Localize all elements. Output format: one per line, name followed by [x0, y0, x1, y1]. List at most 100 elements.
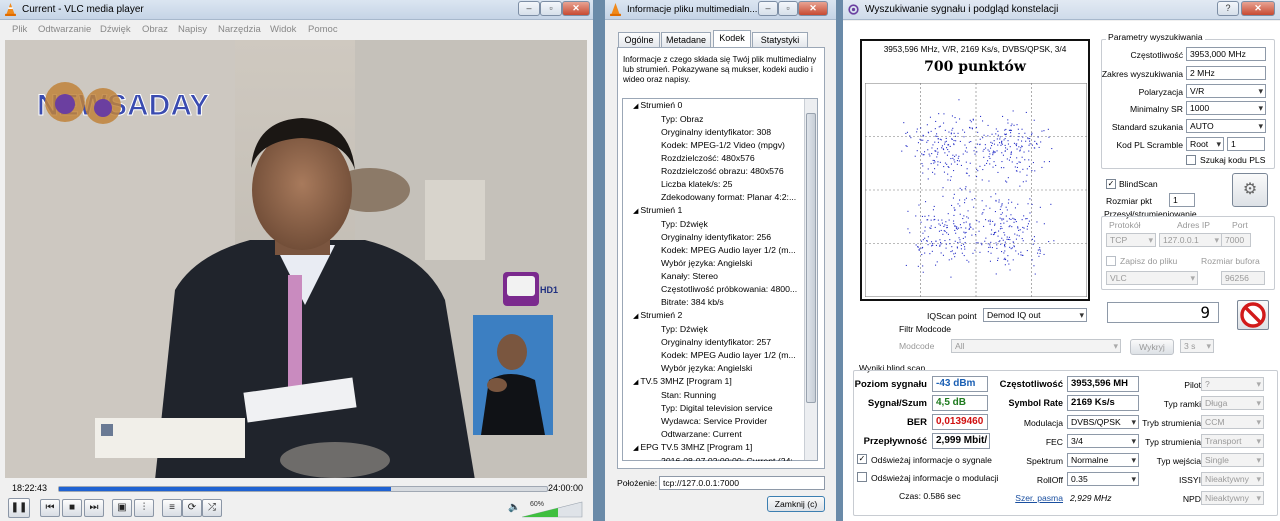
modcode-select[interactable]: All: [951, 339, 1121, 353]
menu-dzwiek[interactable]: Dźwięk: [100, 24, 131, 35]
issyi-select[interactable]: Nieaktywny: [1201, 472, 1264, 486]
protocol-select[interactable]: TCP: [1106, 233, 1156, 247]
blindscan-checkbox[interactable]: ✓: [1106, 179, 1116, 189]
stop-scan-button[interactable]: [1237, 300, 1269, 330]
maximize-button[interactable]: ▫: [540, 1, 562, 16]
refresh-modulation-checkbox[interactable]: [857, 472, 867, 482]
menu-odtwarzanie[interactable]: Odtwarzanie: [38, 24, 91, 35]
help-button[interactable]: ?: [1217, 1, 1239, 16]
tree-scroll-thumb[interactable]: [806, 113, 816, 403]
tree-property-item[interactable]: Zdekodowany format: Planar 4:2:...: [623, 191, 803, 204]
menu-plik[interactable]: Plik: [12, 24, 27, 35]
tree-property-item[interactable]: Kodek: MPEG Audio layer 1/2 (m...: [623, 244, 803, 257]
save-to-file-checkbox[interactable]: [1106, 256, 1116, 266]
pl-scramble-number[interactable]: 1: [1227, 137, 1265, 151]
tree-property-item[interactable]: Typ: Dźwięk: [623, 218, 803, 231]
close-dialog-button[interactable]: Zamknij (c): [767, 496, 825, 512]
playlist-button[interactable]: ≡: [162, 499, 182, 517]
polarization-select[interactable]: V/R: [1186, 84, 1266, 98]
ip-select[interactable]: 127.0.0.1: [1159, 233, 1222, 247]
menu-obraz[interactable]: Obraz: [142, 24, 168, 35]
spectrum-select[interactable]: Normalne: [1067, 453, 1139, 467]
codec-tree[interactable]: ◢ Strumień 0 Typ: Obraz Oryginalny identyf…: [623, 99, 803, 461]
tree-stream-node[interactable]: ◢ EPG TV.5 3MHZ [Program 1]: [623, 441, 803, 455]
extended-settings-button[interactable]: ⫶: [134, 499, 154, 517]
detect-button[interactable]: Wykryj: [1130, 339, 1174, 355]
blindscan-start-button[interactable]: ⚙: [1232, 173, 1268, 207]
npd-select[interactable]: Nieaktywny: [1201, 491, 1264, 505]
location-field[interactable]: tcp://127.0.0.1:7000: [659, 476, 825, 490]
close-button[interactable]: ✕: [562, 1, 590, 16]
tree-property-item[interactable]: Oryginalny identyfikator: 256: [623, 231, 803, 244]
info-maximize-button[interactable]: ▫: [778, 1, 798, 16]
next-button[interactable]: ⏭: [84, 499, 104, 517]
pause-button[interactable]: ❚❚: [8, 498, 30, 518]
tree-stream-node[interactable]: ◢ Strumień 0: [623, 99, 803, 113]
tree-scrollbar[interactable]: [804, 99, 817, 460]
tree-property-item[interactable]: Wydawca: Service Provider: [623, 415, 803, 428]
tree-property-item[interactable]: Oryginalny identyfikator: 257: [623, 336, 803, 349]
tree-stream-node[interactable]: ◢ TV.5 3MHZ [Program 1]: [623, 375, 803, 389]
tab-statystyki[interactable]: Statystyki: [752, 32, 808, 47]
tree-property-item[interactable]: Częstotliwość próbkowania: 4800...: [623, 283, 803, 296]
tree-property-item[interactable]: Typ: Digital television service: [623, 402, 803, 415]
tab-ogolne[interactable]: Ogólne: [618, 32, 660, 47]
refresh-signal-checkbox[interactable]: ✓: [857, 454, 867, 464]
tree-stream-node[interactable]: ◢ Strumień 1: [623, 204, 803, 218]
menu-pomoc[interactable]: Pomoc: [308, 24, 338, 35]
seek-bar[interactable]: [58, 486, 548, 492]
info-minimize-button[interactable]: –: [758, 1, 778, 16]
buffer-size-input[interactable]: 96256: [1221, 271, 1265, 285]
menu-napisy[interactable]: Napisy: [178, 24, 207, 35]
pilot-select[interactable]: ?: [1201, 377, 1264, 391]
shuffle-button[interactable]: ⤮: [202, 499, 222, 517]
tab-kodek[interactable]: Kodek: [713, 30, 751, 48]
tree-property-item[interactable]: Rozdzielczość: 480x576: [623, 152, 803, 165]
speaker-icon[interactable]: 🔈: [508, 502, 520, 513]
tree-property-item[interactable]: 2016-08-07 02:00:00: Current (24:...: [623, 455, 803, 461]
tree-property-item[interactable]: Typ: Obraz: [623, 113, 803, 126]
tree-stream-node[interactable]: ◢ Strumień 2: [623, 309, 803, 323]
tree-property-item[interactable]: Wybór języka: Angielski: [623, 362, 803, 375]
pl-scramble-select[interactable]: Root: [1186, 137, 1224, 151]
interval-select[interactable]: 3 s: [1180, 339, 1214, 353]
stop-button[interactable]: ■: [62, 499, 82, 517]
menu-narzedzia[interactable]: Narzędzia: [218, 24, 261, 35]
iqscan-select[interactable]: Demod IQ out: [983, 308, 1087, 322]
port-input[interactable]: 7000: [1221, 233, 1251, 247]
scan-close-button[interactable]: ✕: [1241, 1, 1275, 16]
rolloff-select[interactable]: 0.35: [1067, 472, 1139, 486]
info-close-button[interactable]: ✕: [798, 1, 828, 16]
tree-property-item[interactable]: Wybór języka: Angielski: [623, 257, 803, 270]
standard-select[interactable]: AUTO: [1186, 119, 1266, 133]
video-area[interactable]: NEWSADAY HD1: [5, 40, 587, 478]
tree-property-item[interactable]: Liczba klatek/s: 25: [623, 178, 803, 191]
tree-property-item[interactable]: Kodek: MPEG-1/2 Video (mpgv): [623, 139, 803, 152]
pls-search-checkbox[interactable]: [1186, 155, 1196, 165]
previous-button[interactable]: ⏮: [40, 499, 60, 517]
tree-property-item[interactable]: Kanały: Stereo: [623, 270, 803, 283]
file-format-select[interactable]: VLC: [1106, 271, 1198, 285]
stream-type-select[interactable]: Transport: [1201, 434, 1264, 448]
step-size-input[interactable]: 1: [1169, 193, 1195, 207]
tree-property-item[interactable]: Typ: Dźwięk: [623, 323, 803, 336]
fec-select[interactable]: 3/4: [1067, 434, 1139, 448]
loop-button[interactable]: ⟳: [182, 499, 202, 517]
modulation-select[interactable]: DVBS/QPSK: [1067, 415, 1139, 429]
menu-widok[interactable]: Widok: [270, 24, 296, 35]
tree-property-item[interactable]: Bitrate: 384 kb/s: [623, 296, 803, 309]
frame-type-select[interactable]: Długa: [1201, 396, 1264, 410]
fullscreen-button[interactable]: ▣: [112, 499, 132, 517]
tree-property-item[interactable]: Rozdzielczość obrazu: 480x576: [623, 165, 803, 178]
tree-property-item[interactable]: Odtwarzane: Current: [623, 428, 803, 441]
freq-input[interactable]: 3953,000 MHz: [1186, 47, 1266, 61]
input-type-select[interactable]: Single: [1201, 453, 1264, 467]
tab-metadane[interactable]: Metadane: [661, 32, 711, 47]
tree-property-item[interactable]: Stan: Running: [623, 389, 803, 402]
stream-mode-select[interactable]: CCM: [1201, 415, 1264, 429]
minimize-button[interactable]: –: [518, 1, 540, 16]
minsr-select[interactable]: 1000: [1186, 101, 1266, 115]
tree-property-item[interactable]: Oryginalny identyfikator: 308: [623, 126, 803, 139]
range-input[interactable]: 2 MHz: [1186, 66, 1266, 80]
tree-property-item[interactable]: Kodek: MPEG Audio layer 1/2 (m...: [623, 349, 803, 362]
